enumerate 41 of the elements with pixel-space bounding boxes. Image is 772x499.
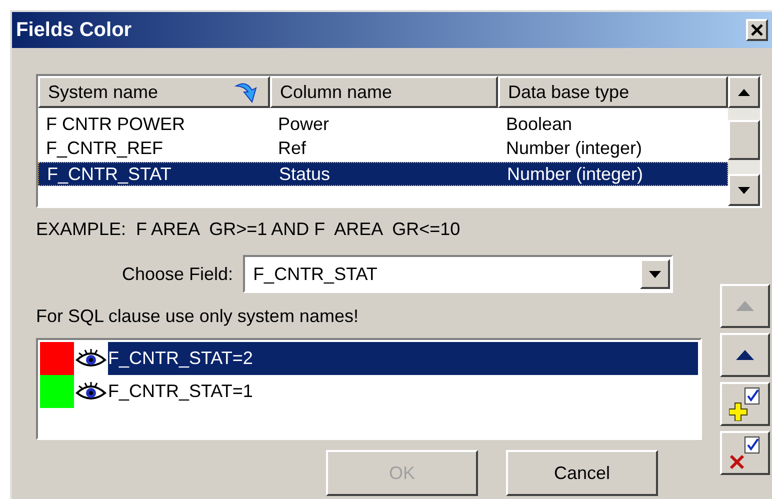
table-row[interactable]: F CNTR POWER Power Boolean — [38, 112, 728, 136]
dialog-button[interactable]: Cancel — [506, 450, 658, 496]
table-cell-text: F CNTR POWER — [45, 113, 186, 135]
scroll-down-button[interactable] — [728, 174, 760, 206]
column-header[interactable]: Column name — [270, 76, 498, 108]
table-cell-text: Status — [278, 163, 332, 185]
color-swatch[interactable] — [40, 342, 74, 375]
color-swatch[interactable] — [40, 375, 74, 408]
close-icon — [751, 24, 763, 36]
field-dropdown[interactable]: F_CNTR_STAT — [243, 255, 674, 293]
up-arrow-icon — [736, 350, 754, 360]
rule-item[interactable]: F_CNTR_STAT=2 — [108, 342, 698, 375]
column-header[interactable]: System name — [38, 76, 270, 108]
up-arrow-icon — [738, 88, 750, 96]
column-header[interactable]: Data base type — [498, 76, 728, 108]
table-cell-text: Ref — [277, 137, 308, 159]
table-row[interactable]: F_CNTR_STAT Status Number (integer) — [38, 162, 728, 186]
hint-text: For SQL clause use only system names! — [36, 305, 360, 328]
scroll-thumb[interactable] — [728, 120, 760, 160]
delete-document-icon — [729, 436, 761, 470]
side-button[interactable] — [720, 333, 770, 377]
table-cell-text: F_CNTR_STAT — [46, 163, 172, 185]
table-cell-text: Power — [277, 113, 330, 135]
window-title: Fields Color — [16, 18, 132, 43]
up-arrow-icon — [736, 301, 754, 311]
close-button[interactable] — [746, 19, 768, 41]
table-cell-text: Number (integer) — [505, 137, 644, 159]
dropdown-arrow-icon — [649, 270, 662, 278]
example-text: EXAMPLE: F AREA GR>=1 AND F AREA GR<=10 — [36, 218, 462, 241]
table-row[interactable]: F_CNTR_REF Ref Number (integer) — [38, 136, 728, 160]
side-button[interactable] — [720, 431, 770, 475]
side-button[interactable] — [720, 382, 770, 426]
table-cell-text: F_CNTR_REF — [45, 137, 164, 159]
down-arrow-icon — [738, 186, 750, 194]
add-document-icon — [729, 387, 761, 421]
field-label: Choose Field: — [122, 262, 234, 286]
table-cell-text: Boolean — [505, 113, 574, 135]
table-cell-text: Number (integer) — [506, 163, 644, 185]
scroll-up-button[interactable] — [728, 76, 760, 108]
rule-item[interactable]: F_CNTR_STAT=1 — [108, 375, 698, 408]
scrollbar[interactable] — [728, 76, 760, 206]
